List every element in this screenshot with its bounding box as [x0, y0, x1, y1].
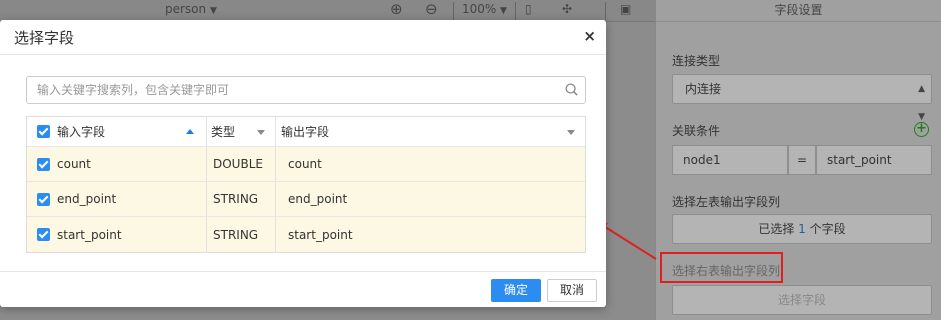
- zoom-in-icon[interactable]: ⊕: [390, 0, 403, 18]
- row-checkbox[interactable]: [37, 228, 50, 241]
- left-output-button[interactable]: 已选择 1 个字段: [672, 214, 932, 244]
- fit-icon[interactable]: ▯: [525, 2, 532, 16]
- column-output[interactable]: 输出字段: [276, 117, 585, 146]
- table-row[interactable]: count DOUBLE count: [27, 147, 585, 182]
- left-output-prefix: 已选择: [758, 222, 795, 236]
- zoom-dropdown-icon[interactable]: ▼: [500, 6, 507, 16]
- type-cell: STRING: [207, 217, 276, 252]
- join-type-label: 连接类型: [672, 54, 721, 68]
- left-output-count: 1: [798, 222, 806, 236]
- table-header: 输入字段 类型 输出字段: [27, 117, 585, 147]
- output-filter-icon[interactable]: [567, 130, 575, 135]
- row-checkbox[interactable]: [37, 192, 50, 206]
- left-output-suffix: 个字段: [809, 222, 846, 236]
- condition-right-field[interactable]: start_point: [816, 145, 932, 175]
- input-cell: start_point: [27, 217, 207, 252]
- export-icon[interactable]: ▣: [620, 2, 631, 16]
- fields-table: 输入字段 类型 输出字段 count DOUBLE count end_poin…: [26, 116, 586, 253]
- type-cell: DOUBLE: [207, 147, 276, 181]
- toolbar-divider: [453, 2, 454, 20]
- panel-title: 字段设置: [656, 0, 941, 22]
- toolbar-divider: [515, 2, 516, 20]
- model-name[interactable]: person: [165, 2, 206, 16]
- row-checkbox[interactable]: [37, 157, 50, 171]
- column-input-label: 输入字段: [57, 125, 106, 139]
- condition-row: node1 = start_point: [672, 145, 932, 175]
- zoom-out-icon[interactable]: ⊖: [425, 0, 438, 18]
- condition-operator[interactable]: =: [788, 145, 816, 175]
- ok-button[interactable]: 确定: [491, 279, 541, 302]
- input-field-name: count: [57, 157, 91, 171]
- column-type-label: 类型: [211, 125, 236, 139]
- dialog-title: 选择字段: [14, 29, 75, 47]
- input-field-name: start_point: [57, 227, 122, 242]
- output-cell[interactable]: start_point: [276, 217, 585, 252]
- table-row[interactable]: end_point STRING end_point: [27, 182, 585, 217]
- input-field-name: end_point: [57, 192, 117, 206]
- search-input[interactable]: [27, 77, 585, 103]
- select-all-checkbox[interactable]: [37, 125, 50, 138]
- dialog-header: 选择字段 ×: [0, 20, 606, 55]
- zoom-level[interactable]: 100%: [462, 2, 496, 16]
- right-output-button[interactable]: 选择字段: [672, 285, 932, 315]
- column-output-label: 输出字段: [281, 125, 330, 139]
- select-fields-dialog: 选择字段 × 输入字段 类型 输出字段: [0, 20, 606, 307]
- join-type-value: 内连接: [685, 82, 722, 96]
- output-cell[interactable]: count: [276, 147, 585, 181]
- column-input[interactable]: 输入字段: [27, 117, 207, 146]
- cancel-button[interactable]: 取消: [547, 279, 597, 302]
- toolbar-divider: [605, 2, 606, 20]
- annotation-highlight: [660, 252, 783, 283]
- search-icon[interactable]: [565, 83, 578, 96]
- center-icon[interactable]: ✣: [562, 2, 572, 16]
- search-box: [26, 76, 586, 104]
- add-condition-icon[interactable]: +: [914, 122, 929, 137]
- input-cell: end_point: [27, 182, 207, 216]
- condition-left-field[interactable]: node1: [672, 145, 788, 175]
- toolbar: person ▼ ⊕ ⊖ 100% ▼ ▯ ✣ ▣: [0, 0, 655, 22]
- input-cell: count: [27, 147, 207, 181]
- chevron-down-icon[interactable]: ▼: [210, 6, 217, 16]
- condition-label: 关联条件: [672, 124, 721, 138]
- output-cell[interactable]: end_point: [276, 182, 585, 216]
- sort-asc-icon[interactable]: [186, 129, 194, 134]
- left-output-label: 选择左表输出字段列: [672, 195, 781, 209]
- table-row[interactable]: start_point STRING start_point: [27, 217, 585, 252]
- type-filter-icon[interactable]: [257, 130, 265, 135]
- column-type[interactable]: 类型: [207, 117, 276, 146]
- dialog-footer: 确定 取消: [0, 271, 606, 307]
- join-type-select[interactable]: 内连接 ▲ ▼: [672, 74, 932, 122]
- close-icon[interactable]: ×: [583, 27, 596, 45]
- type-cell: STRING: [207, 182, 276, 216]
